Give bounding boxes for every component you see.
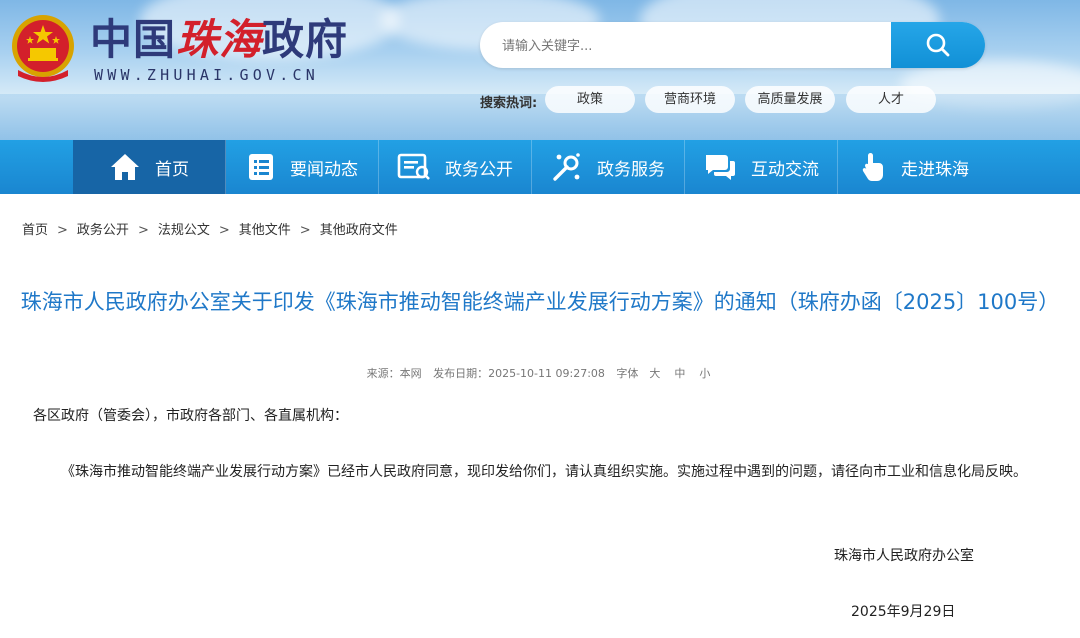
breadcrumb: 首页 > 政务公开 > 法规公文 > 其他文件 > 其他政府文件 bbox=[22, 219, 398, 238]
breadcrumb-sep: > bbox=[218, 223, 230, 238]
article-body: 《珠海市推动智能终端产业发展行动方案》已经市人民政府同意，现印发给你们，请认真组… bbox=[61, 464, 1027, 480]
article-sign-date: 2025年9月29日 bbox=[851, 604, 956, 620]
font-size-large[interactable]: 大 bbox=[649, 367, 660, 380]
document-icon bbox=[397, 153, 430, 180]
service-icon bbox=[553, 153, 580, 181]
nav-gov-affairs[interactable]: 政务公开 bbox=[379, 140, 532, 194]
site-title[interactable]: 中国珠海政府 bbox=[90, 14, 348, 66]
search-box bbox=[480, 22, 985, 68]
nav-news-label: 要闻动态 bbox=[290, 159, 358, 180]
search-button[interactable] bbox=[891, 22, 985, 68]
article-title: 珠海市人民政府办公室关于印发《珠海市推动智能终端产业发展行动方案》的通知（珠府办… bbox=[20, 290, 1060, 314]
article-date: 发布日期：2025-10-11 09:27:08 bbox=[433, 367, 605, 380]
article-meta: 来源：本网 发布日期：2025-10-11 09:27:08 字体大 中 小 bbox=[0, 365, 1080, 381]
article-salutation: 各区政府（管委会），市政府各部门、各直属机构： bbox=[33, 408, 348, 424]
chat-icon bbox=[706, 155, 735, 180]
breadcrumb-sep: > bbox=[299, 223, 311, 238]
nav-gov-service[interactable]: 政务服务 bbox=[532, 140, 685, 194]
search-input[interactable] bbox=[500, 22, 889, 68]
nav-interaction-label: 互动交流 bbox=[751, 159, 819, 180]
main-nav: 首页 要闻动态 政务公开 政务服务 互动交流 走进珠海 bbox=[0, 140, 1080, 194]
font-size-label: 字体 bbox=[616, 367, 639, 380]
article-signature: 珠海市人民政府办公室 bbox=[834, 548, 974, 564]
article-source: 来源：本网 bbox=[366, 367, 422, 380]
breadcrumb-gov-affairs[interactable]: 政务公开 bbox=[77, 223, 129, 238]
nav-gov-service-label: 政务服务 bbox=[597, 159, 665, 180]
site-title-part3: 政府 bbox=[262, 15, 349, 64]
hot-words-label: 搜索热词: bbox=[480, 96, 538, 111]
home-icon bbox=[111, 154, 139, 180]
breadcrumb-other-files[interactable]: 其他文件 bbox=[239, 223, 291, 238]
font-size-medium[interactable]: 中 bbox=[674, 367, 685, 380]
breadcrumb-sep: > bbox=[57, 223, 68, 238]
site-title-part2: 珠海 bbox=[176, 15, 263, 64]
hot-tag-talent[interactable]: 人才 bbox=[846, 86, 936, 113]
hand-pointer-icon bbox=[862, 153, 883, 181]
site-domain: WWW.ZHUHAI.GOV.CN bbox=[94, 66, 319, 84]
site-header: 中国珠海政府 WWW.ZHUHAI.GOV.CN 搜索热词: 政策 营商环境 高… bbox=[0, 0, 1080, 140]
search-icon bbox=[926, 33, 950, 57]
breadcrumb-other-gov-files[interactable]: 其他政府文件 bbox=[320, 223, 398, 238]
national-emblem-icon bbox=[12, 15, 74, 82]
font-size-small[interactable]: 小 bbox=[699, 367, 710, 380]
nav-home[interactable]: 首页 bbox=[73, 140, 226, 194]
breadcrumb-home[interactable]: 首页 bbox=[22, 223, 48, 238]
hot-tag-high-quality[interactable]: 高质量发展 bbox=[745, 86, 835, 113]
nav-gov-affairs-label: 政务公开 bbox=[445, 159, 513, 180]
hot-tag-business-env[interactable]: 营商环境 bbox=[645, 86, 735, 113]
nav-about-zhuhai[interactable]: 走进珠海 bbox=[838, 140, 990, 194]
nav-news[interactable]: 要闻动态 bbox=[226, 140, 379, 194]
breadcrumb-sep: > bbox=[137, 223, 149, 238]
nav-home-label: 首页 bbox=[155, 159, 189, 180]
news-list-icon bbox=[249, 154, 273, 180]
breadcrumb-regulations[interactable]: 法规公文 bbox=[158, 223, 210, 238]
hot-tag-policy[interactable]: 政策 bbox=[545, 86, 635, 113]
nav-about-zhuhai-label: 走进珠海 bbox=[901, 159, 969, 180]
nav-interaction[interactable]: 互动交流 bbox=[685, 140, 838, 194]
site-title-part1: 中国 bbox=[90, 15, 177, 64]
